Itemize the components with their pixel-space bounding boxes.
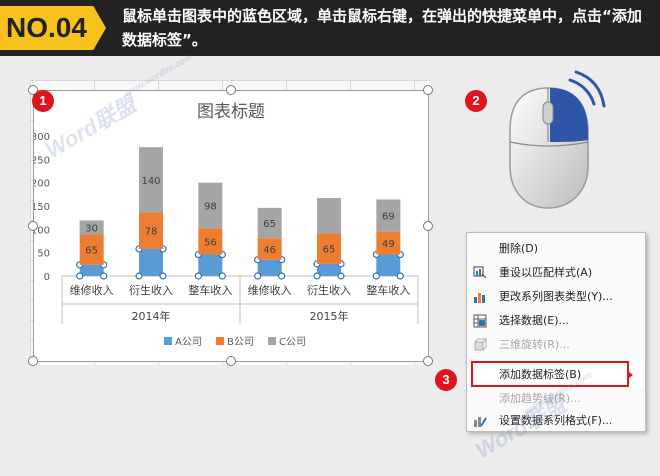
y-tick-label: 200 bbox=[34, 179, 50, 190]
resize-handle[interactable] bbox=[226, 356, 236, 366]
data-label: 69 bbox=[382, 212, 395, 223]
resize-handle[interactable] bbox=[226, 85, 236, 95]
data-label: 46 bbox=[263, 245, 276, 256]
chart-title: 图表标题 bbox=[197, 102, 265, 122]
reset-style-icon bbox=[473, 266, 487, 279]
legend-label: A公司 bbox=[175, 337, 202, 348]
bar-segment bbox=[139, 248, 163, 276]
rotate-3d-icon bbox=[474, 338, 487, 351]
instruction-text: 鼠标单击图表中的蓝色区域，单击鼠标右键，在弹出的快捷菜单中，点击“添加数据标签”… bbox=[122, 7, 642, 49]
bar-segment bbox=[257, 259, 282, 276]
legend-swatch bbox=[268, 337, 276, 345]
menu-item-reset-style[interactable]: 重设以匹配样式(A) bbox=[467, 261, 645, 285]
resize-handle[interactable] bbox=[28, 356, 38, 366]
x-tick-label: 整车收入 bbox=[188, 283, 232, 297]
highlight-box bbox=[471, 361, 629, 387]
y-tick-label: 250 bbox=[34, 155, 50, 166]
select-data-icon bbox=[473, 314, 487, 328]
data-label: 49 bbox=[382, 239, 395, 250]
menu-item-change-chart-type[interactable]: 更改系列图表类型(Y)... bbox=[467, 285, 645, 309]
selection-point bbox=[218, 272, 226, 280]
format-series-icon bbox=[474, 417, 487, 427]
selection-point bbox=[135, 272, 143, 280]
menu-item-delete[interactable]: 删除(D) bbox=[467, 237, 645, 261]
menu-item-label: 删除(D) bbox=[499, 242, 539, 255]
step-marker-2: 2 bbox=[465, 90, 487, 112]
selection-point bbox=[396, 272, 404, 280]
data-label: 98 bbox=[204, 202, 217, 213]
legend-swatch bbox=[164, 337, 172, 345]
selection-point bbox=[278, 272, 286, 280]
menu-item-select-data[interactable]: 选择数据(E)... bbox=[467, 309, 645, 333]
data-label: 140 bbox=[141, 176, 160, 187]
data-label: 65 bbox=[85, 246, 98, 257]
selection-point bbox=[254, 272, 262, 280]
group-label: 2014年 bbox=[132, 309, 171, 323]
legend-label: B公司 bbox=[227, 337, 254, 348]
selection-point bbox=[76, 272, 84, 280]
y-tick-label: 50 bbox=[37, 249, 50, 260]
resize-handle[interactable] bbox=[423, 356, 433, 366]
x-tick-label: 维修收入 bbox=[70, 283, 114, 297]
menu-item-label: 重设以匹配样式(A) bbox=[499, 266, 593, 279]
group-label: 2015年 bbox=[310, 309, 349, 323]
legend-label: C公司 bbox=[279, 337, 306, 348]
chart-type-icon bbox=[474, 293, 485, 303]
legend-swatch bbox=[216, 337, 224, 345]
bar-segment bbox=[198, 254, 223, 276]
header-bar: NO.04 鼠标单击图表中的蓝色区域，单击鼠标右键，在弹出的快捷菜单中，点击“添… bbox=[0, 0, 660, 56]
menu-item-3d-rotation: 三维旋转(R)... bbox=[467, 333, 645, 357]
mouse-icon bbox=[509, 70, 606, 209]
selection-point bbox=[313, 272, 321, 280]
data-label: 56 bbox=[204, 237, 217, 248]
y-tick-label: 0 bbox=[44, 272, 50, 283]
step-badge: NO.04 bbox=[0, 6, 106, 50]
resize-handle[interactable] bbox=[423, 221, 433, 231]
x-tick-label: 整车收入 bbox=[366, 283, 410, 297]
bar-segment bbox=[79, 264, 104, 276]
menu-item-label: 选择数据(E)... bbox=[499, 314, 570, 327]
menu-item-label: 更改系列图表类型(Y)... bbox=[499, 290, 613, 303]
bar-segment bbox=[317, 263, 341, 276]
step-marker-3: 3 bbox=[435, 369, 457, 391]
resize-handle[interactable] bbox=[423, 85, 433, 95]
bar-segment bbox=[317, 198, 341, 234]
selection-point bbox=[100, 272, 108, 280]
selection-point bbox=[194, 272, 202, 280]
step-marker-1: 1 bbox=[32, 90, 54, 112]
resize-handle[interactable] bbox=[28, 221, 38, 231]
x-tick-label: 衍生收入 bbox=[307, 283, 351, 297]
data-label: 30 bbox=[85, 223, 98, 234]
selection-point bbox=[337, 272, 345, 280]
x-tick-label: 维修收入 bbox=[248, 283, 292, 297]
mouse-illustration bbox=[490, 70, 610, 220]
bar-segment bbox=[376, 254, 401, 276]
x-tick-label: 衍生收入 bbox=[129, 283, 173, 297]
menu-item-label: 三维旋转(R)... bbox=[499, 338, 570, 351]
data-label: 65 bbox=[263, 219, 276, 230]
selection-point bbox=[159, 272, 167, 280]
y-tick-label: 150 bbox=[34, 202, 50, 213]
data-label: 65 bbox=[323, 245, 336, 256]
selection-point bbox=[372, 272, 380, 280]
data-label: 78 bbox=[145, 227, 158, 238]
